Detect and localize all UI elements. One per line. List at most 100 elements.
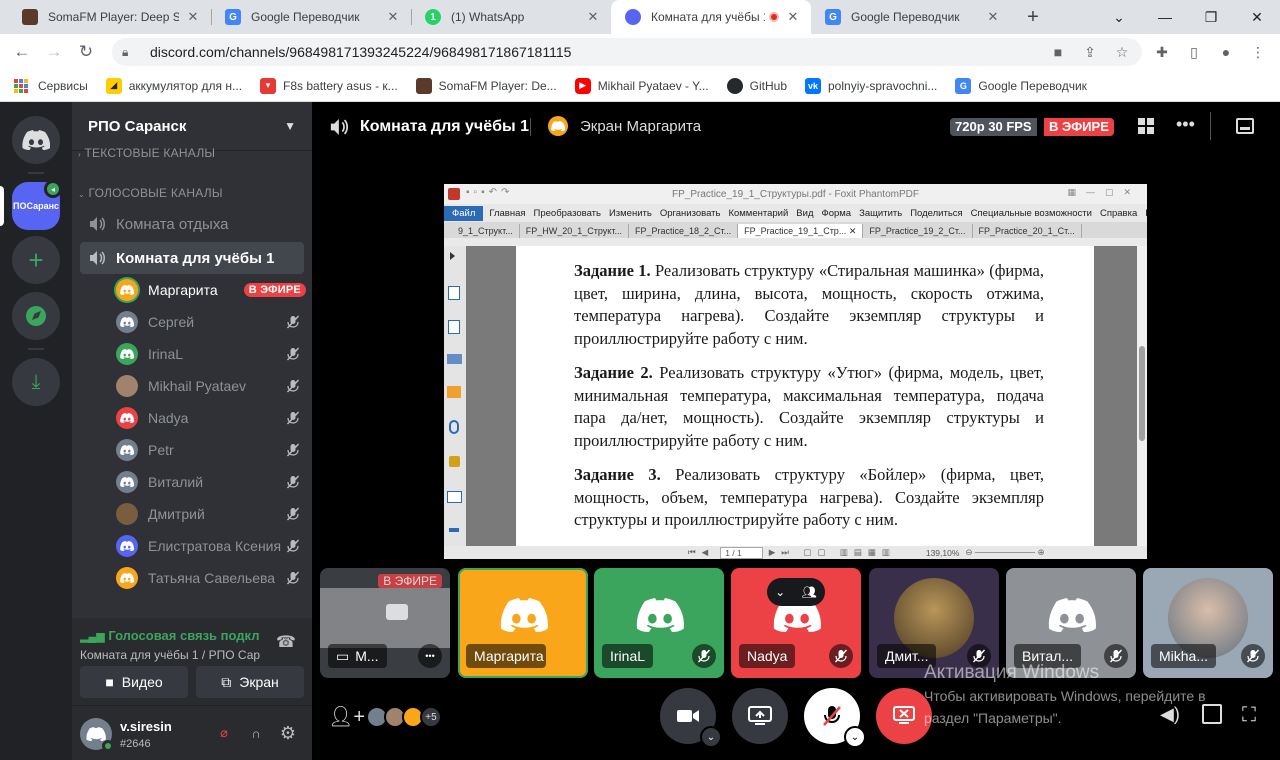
side-panel-icon[interactable]: ▯: [1182, 38, 1206, 66]
foxit-menu-item[interactable]: Комментарий: [724, 208, 792, 219]
bookmark-item[interactable]: ▶ Mikhail Pyataev - Y...: [574, 77, 709, 94]
add-server-button[interactable]: +: [12, 236, 60, 284]
apps-grid-icon[interactable]: [14, 78, 28, 93]
close-tab-icon[interactable]: ✕: [585, 9, 601, 25]
foxit-menu-item[interactable]: Организовать: [656, 208, 725, 219]
menu-dots-icon[interactable]: ⋮: [1246, 38, 1270, 66]
camera-icon[interactable]: ■: [1046, 38, 1070, 66]
invite-icon[interactable]: 👤︎+: [328, 704, 365, 729]
bookmark-item[interactable]: G Google Переводчик: [955, 77, 1087, 94]
more-options-icon[interactable]: •••: [418, 644, 442, 668]
pages-panel-icon[interactable]: [448, 320, 460, 334]
profile-icon[interactable]: ●: [1214, 38, 1238, 66]
category-text-channels[interactable]: › ТЕКСТОВЫЕ КАНАЛЫ: [78, 146, 215, 160]
foxit-menu-item[interactable]: Специальные возможности: [967, 208, 1096, 219]
chevron-down-icon[interactable]: ⌄: [700, 726, 722, 748]
restore-button[interactable]: ❐: [1188, 0, 1234, 34]
chevron-down-icon[interactable]: ⌄: [844, 726, 866, 748]
foxit-menu-item[interactable]: Главная: [485, 208, 529, 219]
close-window-button[interactable]: ✕: [1234, 0, 1280, 34]
tool-icon[interactable]: [449, 528, 459, 532]
avatar[interactable]: [80, 718, 114, 752]
foxit-doc-tab[interactable]: FP_HW_20_1_Структ...: [520, 224, 629, 238]
foxit-menu-item[interactable]: Поделиться: [906, 208, 966, 219]
voice-member[interactable]: Nadya: [116, 404, 306, 432]
voice-channel-study-room[interactable]: Комната для учёбы 1: [80, 242, 304, 274]
forward-button[interactable]: →: [38, 34, 70, 70]
category-voice-channels[interactable]: ⌄ ГОЛОСОВЫЕ КАНАЛЫ: [78, 186, 223, 200]
foxit-doc-tab[interactable]: FP_Practice_19_2_Ст...: [863, 224, 973, 238]
bookmark-item[interactable]: ◢ аккумулятор для н...: [105, 77, 242, 94]
back-button[interactable]: ←: [6, 34, 38, 70]
lock-icon[interactable]: [449, 456, 460, 467]
shared-screen[interactable]: ▪▫▪↶↷ FP_Practice_19_1_Структуры.pdf - F…: [444, 184, 1147, 559]
bookmark-item[interactable]: GitHub: [726, 77, 787, 94]
bookmark-star-icon[interactable]: ☆: [1110, 38, 1134, 66]
participants-preview[interactable]: +5: [366, 706, 442, 728]
popout-icon[interactable]: [1202, 704, 1222, 724]
participant-tile[interactable]: В ЭФИРЕ ▭ М... •••: [320, 568, 450, 678]
voice-member[interactable]: Mikhail Pyataev: [116, 372, 306, 400]
attachments-icon[interactable]: [449, 420, 459, 434]
pdf-scrollbar[interactable]: [1137, 246, 1147, 546]
grid-layout-icon[interactable]: [1138, 118, 1154, 134]
page-nav-icons[interactable]: ▶⏭ ▢▢ ▥▤▦▥: [769, 547, 896, 558]
zoom-level[interactable]: 139,10%: [926, 548, 960, 558]
voice-member[interactable]: Petr: [116, 436, 306, 464]
browser-tab[interactable]: G Google Переводчик ✕: [811, 0, 1011, 34]
mic-muted-icon[interactable]: ⌀: [212, 721, 236, 745]
server-icon-rpo-saransk[interactable]: ПОСаранс ◂: [12, 180, 62, 230]
foxit-menu-item[interactable]: Форма: [817, 208, 855, 219]
form-icon[interactable]: [447, 491, 462, 503]
voice-channel-path[interactable]: Комната для учёбы 1 / РПО Сара...: [80, 648, 260, 662]
voice-member[interactable]: Сергей: [116, 308, 306, 336]
foxit-menu-item[interactable]: Руководст: [1141, 208, 1147, 219]
voice-channel-rest-room[interactable]: Комната отдыха: [80, 208, 304, 240]
browser-tab[interactable]: 1 (1) WhatsApp ✕: [411, 0, 611, 34]
disconnect-icon[interactable]: ☎︎: [276, 632, 300, 656]
foxit-menu-item[interactable]: Вид: [792, 208, 817, 219]
zoom-slider[interactable]: ⊖ ────────── ⊕: [965, 547, 1044, 558]
close-tab-icon[interactable]: ✕: [185, 9, 201, 25]
bookmark-panel-icon[interactable]: [448, 286, 460, 300]
bookmark-item[interactable]: vk polnyiy-spravochni...: [805, 77, 937, 94]
reload-button[interactable]: ↻: [70, 34, 102, 70]
bookmark-item[interactable]: SomaFM Player: De...: [415, 77, 557, 94]
server-header[interactable]: РПО Саранск ▼: [72, 102, 312, 150]
foxit-doc-tab[interactable]: FP_Practice_20_1_Ст...: [973, 224, 1082, 238]
minimize-button[interactable]: —: [1142, 0, 1188, 34]
voice-member[interactable]: Виталий: [116, 468, 306, 496]
tab-search-icon[interactable]: ⌄: [1096, 0, 1142, 34]
voice-member[interactable]: Елистратова Ксения: [116, 532, 306, 560]
voice-member[interactable]: Дмитрий: [116, 500, 306, 528]
mute-button[interactable]: ⌄: [804, 688, 866, 748]
discord-home-button[interactable]: [12, 116, 60, 164]
foxit-menu-item[interactable]: Изменить: [605, 208, 656, 219]
page-number-field[interactable]: 1 / 1: [720, 546, 763, 559]
foxit-menu-item[interactable]: Преобразовать: [530, 208, 605, 219]
comments-icon[interactable]: [447, 386, 461, 398]
close-tab-icon[interactable]: ✕: [385, 9, 401, 25]
participant-tile[interactable]: Nadya ⌄ 👥︎: [731, 568, 861, 678]
extensions-icon[interactable]: ✚: [1150, 38, 1174, 66]
bookmark-services[interactable]: Сервисы: [38, 79, 88, 93]
close-tab-icon[interactable]: ✕: [985, 9, 1001, 25]
layers-icon[interactable]: [447, 354, 462, 364]
popout-icon[interactable]: [1236, 118, 1254, 134]
browser-tab-active[interactable]: Комната для учёбы 1 ✕: [611, 0, 811, 34]
voice-status[interactable]: ▂▄▆ Голосовая связь подключе: [80, 628, 260, 643]
screen-share-button[interactable]: [732, 688, 788, 744]
more-options-icon[interactable]: •••: [1176, 114, 1195, 135]
headphones-icon[interactable]: ∩: [244, 721, 268, 745]
browser-tab[interactable]: SomaFM Player: Deep Spa ✕: [8, 0, 211, 34]
settings-gear-icon[interactable]: ⚙︎: [276, 721, 300, 745]
voice-member[interactable]: IrinaL: [116, 340, 306, 368]
share-icon[interactable]: ⇪: [1078, 38, 1102, 66]
participant-tile[interactable]: IrinaL: [594, 568, 724, 678]
close-tab-icon[interactable]: ✕: [785, 9, 801, 25]
download-apps-button[interactable]: ⤓: [12, 358, 60, 406]
bookmark-item[interactable]: ▾ F8s battery asus - к...: [260, 77, 398, 94]
volume-icon[interactable]: ◀︎): [1160, 704, 1180, 725]
new-tab-button[interactable]: +: [1011, 0, 1055, 34]
browser-tab[interactable]: G Google Переводчик ✕: [211, 0, 411, 34]
